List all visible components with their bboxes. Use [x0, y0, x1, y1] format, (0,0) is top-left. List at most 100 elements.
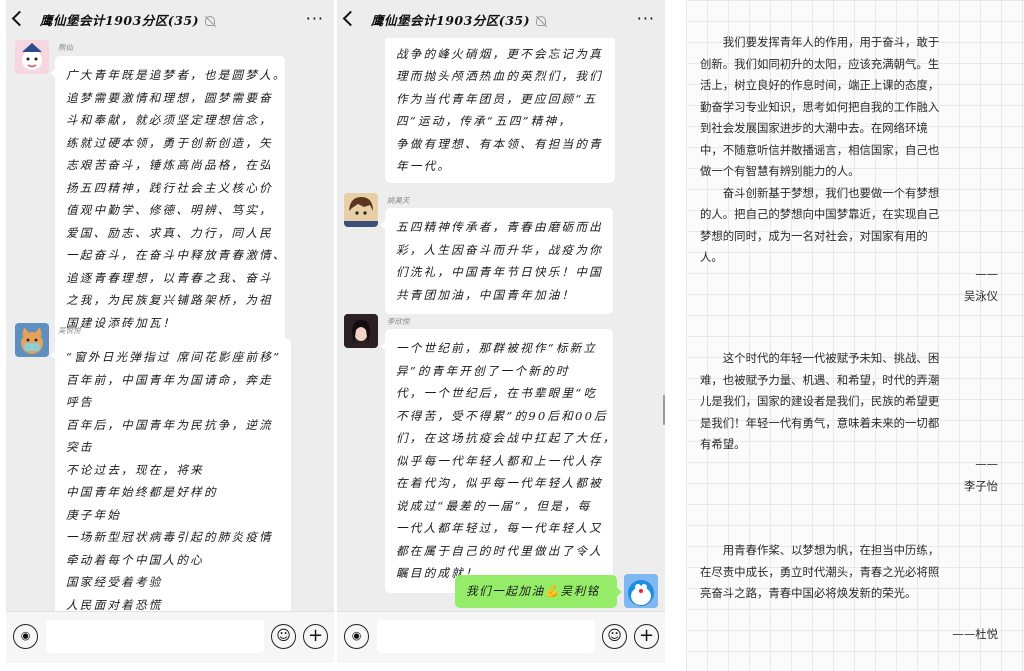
- text-line: 做一个有智慧有辨别能力的人。: [700, 164, 860, 178]
- message-line: 说成过“最差的一届”，但是，每: [396, 498, 592, 513]
- scrollbar-thumb[interactable]: [663, 395, 665, 425]
- text-line: 活上，树立良好的作息时间，端正上课的态度，: [700, 78, 940, 92]
- emoji-icon[interactable]: ☺: [271, 624, 296, 649]
- paragraph: 这个时代的年轻一代被赋予未知、挑战、困 难，也被赋予力量、机遇、和希望，时代的弄…: [700, 348, 1006, 456]
- message-line: 练就过硬本领，勇于创新创造，矢: [66, 135, 273, 150]
- avatar[interactable]: [344, 314, 378, 348]
- screenshot-collage: 鹰仙堡会计1903分区(35) ··· 熊仙 广大青年既是追梦者，也是圆梦人。 …: [0, 0, 1024, 671]
- message-line: 斗和奉献，就必须坚定理想信念，: [66, 113, 273, 127]
- sender-name: 姚昊天: [387, 196, 410, 205]
- message-line: 不得苦，受不得累”的90后和00后: [396, 408, 608, 423]
- message-line: 理而抛头颅洒热血的英烈们，我们: [396, 69, 603, 83]
- message-line: 五四精神传承者，青春由磨砺而出: [396, 220, 603, 234]
- message-line: 一个世纪前，那群被视作“标新立: [396, 341, 598, 355]
- paragraph: 用青春作桨、以梦想为帆，在担当中历练， 在尽责中成长，勇立时代潮头，青春之光必将…: [700, 540, 1006, 605]
- my-avatar[interactable]: [624, 574, 658, 608]
- author-signature: ——杜悦: [952, 624, 998, 646]
- message-line: 我们一起加油💪吴利铭: [466, 584, 600, 598]
- text-line: 中，不随意听信并散播谣言，相信国家，自己也: [700, 142, 940, 157]
- text-line: 这个时代的年轻一代被赋予未知、挑战、困: [700, 351, 940, 365]
- cartoon-avatar-icon: [15, 40, 49, 74]
- message-line: 共青团加油，中国青年加油！: [396, 287, 576, 302]
- group-chat-right: 鹰仙堡会计1903分区(35) ··· 英勇纪元的先驱者；不会忘记本命 战争的峰…: [337, 0, 665, 663]
- text-line: 奋斗创新基于梦想，我们也要做一个有梦想: [700, 185, 940, 200]
- message-line: 战争的峰火硝烟，更不会忘记为真: [396, 46, 603, 61]
- message-line: 国建设添砖加瓦！: [66, 315, 177, 330]
- sender-name: 李欣悦: [387, 317, 410, 326]
- message-bubble[interactable]: 广大青年既是追梦者，也是圆梦人。 追梦需要激情和理想，圆梦需要奋 斗和奉献，就必…: [50, 56, 287, 342]
- message-line: 志艰苦奋斗，锤炼高尚品格，在弘: [66, 158, 273, 172]
- back-arrow-icon[interactable]: [342, 10, 359, 27]
- text-line: 勤奋学习专业知识，思考如何把自我的工作融入: [700, 99, 940, 114]
- text-line: 亮奋斗之路，青春中国必将焕发新的荣光。: [700, 586, 917, 600]
- my-message-bubble[interactable]: 我们一起加油💪吴利铭: [455, 575, 622, 608]
- message-line: 似乎每一代年轻人都和上一代人存: [396, 453, 603, 468]
- message-line: 异”的青年开创了一个新的时: [396, 363, 570, 378]
- paragraph: 我们要发挥青年人的作用，用于奋斗，敢于 创新。我们如同初升的太阳，应该充满朝气。…: [700, 32, 1006, 269]
- text-line: 的人。把自己的梦想向中国梦靠近，在实现自己: [700, 207, 940, 221]
- avatar[interactable]: [15, 323, 49, 357]
- message-bubble[interactable]: “窗外日光弹指过 席间花影座前移” 百年前，中国青年为国请命，奔走 呼告 百年后…: [50, 338, 291, 618]
- text-line: 创新。我们如同初升的太阳，应该充满朝气。生: [700, 56, 940, 71]
- avatar[interactable]: [344, 193, 378, 227]
- author-name: 吴泳仪: [963, 288, 998, 303]
- text-line: 儿是我们，国家的建设者是我们，民族的希望更: [700, 394, 940, 408]
- message-line: 彩，人生因奋斗而升华，战疫为你: [396, 242, 603, 257]
- text-line: 人。: [700, 250, 723, 264]
- chat-title: 鹰仙堡会计1903分区(35): [40, 10, 216, 29]
- signature-dash: ——: [975, 457, 998, 471]
- voice-icon[interactable]: ◉: [13, 624, 38, 649]
- message-line: 不论过去，现在，将来: [66, 462, 204, 477]
- more-options-icon[interactable]: ···: [637, 9, 655, 28]
- message-line: 追梦需要激情和理想，圆梦需要奋: [66, 90, 273, 105]
- text-line: 到社会发展国家进步的大潮中去。在网络环境: [700, 121, 928, 135]
- mute-bell-icon: [536, 16, 547, 26]
- signature-dash: ——: [975, 267, 998, 281]
- message-line: 牵动着每个中国人的心: [66, 552, 204, 567]
- back-arrow-icon[interactable]: [11, 10, 28, 27]
- message-line: 们，在这场抗疫会战中扛起了大任，: [396, 431, 617, 445]
- input-bar: ◉ ☺ +: [337, 611, 665, 663]
- chat-title: 鹰仙堡会计1903分区(35): [371, 10, 547, 29]
- cat-avatar-icon: [15, 323, 49, 357]
- message-input[interactable]: [46, 620, 264, 653]
- message-line: 百年前，中国青年为国请命，奔走: [66, 372, 273, 387]
- plus-icon[interactable]: +: [634, 624, 659, 649]
- text-line: 是我们！年轻一代有勇气，意味着未来的一切都: [700, 415, 940, 430]
- message-bubble[interactable]: 一个世纪前，那群被视作“标新立 异”的青年开创了一个新的时 代，一个世纪后，在书…: [380, 329, 617, 593]
- voice-icon[interactable]: ◉: [344, 624, 369, 649]
- message-line: 广大青年既是追梦者，也是圆梦人。: [66, 68, 287, 82]
- text-line: 梦想的同时，成为一名对社会，对国家有用的: [700, 228, 928, 243]
- anime-boy-avatar-icon: [344, 193, 378, 227]
- text-line: 有希望。: [700, 437, 746, 451]
- message-line: 百年后，中国青年为民抗争，逆流: [66, 417, 273, 432]
- text-line: 难，也被赋予力量、机遇、和希望，时代的弄潮: [700, 372, 940, 387]
- message-line: 呼告: [66, 395, 94, 409]
- message-line: 之我，为民族复兴铺路架桥，为祖: [66, 293, 273, 307]
- message-bubble[interactable]: 五四精神传承者，青春由磨砺而出 彩，人生因奋斗而升华，战疫为你 们洗礼，中国青年…: [380, 208, 613, 314]
- plus-icon[interactable]: +: [303, 624, 328, 649]
- emoji-icon[interactable]: ☺: [602, 624, 627, 649]
- message-line: 值观中勤学、修德、明辨、笃实，: [66, 203, 273, 217]
- message-line: 年一代。: [396, 159, 452, 173]
- message-line: 国家经受着考验: [66, 575, 163, 589]
- input-bar: ◉ ☺ +: [6, 611, 334, 663]
- message-line: “窗外日光弹指过 席间花影座前移”: [66, 350, 282, 364]
- chat-title-text: 鹰仙堡会计1903分区(35): [371, 13, 531, 28]
- sender-name: 吴悦悦: [58, 326, 81, 335]
- message-line: 在着代沟，似乎每一代年轻人都被: [396, 476, 603, 490]
- message-line: 突击: [66, 440, 94, 454]
- author-signature-text: ——杜悦: [952, 627, 998, 641]
- sender-name: 熊仙: [58, 43, 73, 52]
- chat-header: 鹰仙堡会计1903分区(35) ···: [6, 0, 334, 38]
- avatar[interactable]: [15, 40, 49, 74]
- chat-title-text: 鹰仙堡会计1903分区(35): [40, 13, 200, 28]
- message-input[interactable]: [377, 620, 595, 653]
- message-line: 爱国、励志、求真、力行，同人民: [66, 225, 273, 240]
- message-line: 争做有理想、有本领、有担当的青: [396, 136, 603, 151]
- message-line: 作为当代青年团员，更应回顾“五: [396, 91, 598, 106]
- message-line: 四”运动，传承“五四”精神，: [396, 114, 573, 128]
- more-options-icon[interactable]: ···: [306, 9, 324, 28]
- message-bubble[interactable]: 英勇纪元的先驱者；不会忘记本命 战争的峰火硝烟，更不会忘记为真 理而抛头颅洒热血…: [380, 14, 615, 183]
- doraemon-avatar-icon: [624, 574, 658, 608]
